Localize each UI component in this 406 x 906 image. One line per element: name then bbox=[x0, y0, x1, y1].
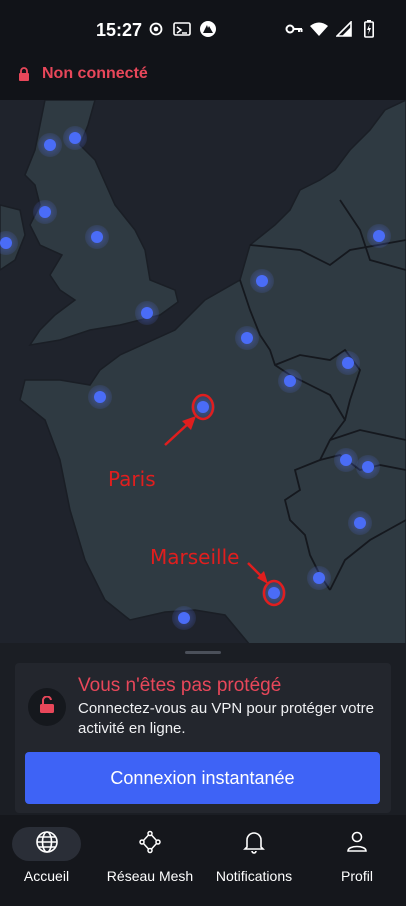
nav-item-accueil[interactable]: Accueil bbox=[0, 815, 93, 906]
globe-icon bbox=[35, 830, 59, 859]
server-marker bbox=[250, 269, 274, 293]
nav-label-notifications: Notifications bbox=[215, 868, 293, 884]
nav-item-notifications[interactable]: Notifications bbox=[204, 815, 304, 906]
drag-handle[interactable] bbox=[185, 651, 221, 654]
card-description: Connectez-vous au VPN pour protéger votr… bbox=[78, 700, 374, 737]
lock-icon bbox=[18, 67, 30, 81]
wifi-icon bbox=[310, 19, 328, 39]
connection-status-text: Non connecté bbox=[42, 65, 148, 82]
record-icon bbox=[147, 19, 165, 39]
server-marker bbox=[38, 133, 62, 157]
unlocked-icon-container bbox=[28, 688, 66, 726]
vpn-key-icon bbox=[285, 19, 303, 39]
annotation-paris-label: Paris bbox=[108, 467, 156, 491]
server-marker bbox=[85, 225, 109, 249]
status-bar: 15:27 bbox=[0, 0, 406, 58]
server-marker bbox=[278, 369, 302, 393]
server-marker bbox=[367, 224, 391, 248]
nav-label-reseau-mesh: Réseau Mesh bbox=[106, 868, 194, 884]
battery-icon bbox=[360, 19, 378, 39]
card-title: Vous n'êtes pas protégé bbox=[78, 675, 282, 696]
server-marker bbox=[88, 385, 112, 409]
nav-label-profil: Profil bbox=[341, 868, 373, 884]
status-time: 15:27 bbox=[96, 20, 143, 40]
server-marker bbox=[172, 606, 196, 630]
nav-label-accueil: Accueil bbox=[23, 868, 70, 884]
person-icon bbox=[346, 830, 368, 859]
cast-icon bbox=[173, 19, 191, 39]
nav-item-reseau-mesh[interactable]: Réseau Mesh bbox=[100, 815, 200, 906]
annotation-marseille-label: Marseille bbox=[150, 545, 240, 569]
bottom-navigation: Accueil Réseau Mesh Notifications Profil bbox=[0, 815, 406, 906]
server-marker bbox=[135, 301, 159, 325]
mesh-network-icon bbox=[138, 830, 162, 859]
unlocked-lock-icon bbox=[39, 695, 55, 719]
server-marker bbox=[235, 326, 259, 350]
server-marker bbox=[356, 455, 380, 479]
nav-active-indicator bbox=[12, 827, 81, 861]
nordvpn-icon bbox=[199, 19, 217, 39]
server-marker bbox=[348, 511, 372, 535]
nav-item-profil[interactable]: Profil bbox=[308, 815, 406, 906]
server-marker bbox=[336, 351, 360, 375]
bell-icon-wrap bbox=[237, 827, 271, 861]
mesh-icon-wrap bbox=[133, 827, 167, 861]
server-marker bbox=[63, 126, 87, 150]
server-marker bbox=[33, 200, 57, 224]
person-icon-wrap bbox=[340, 827, 374, 861]
signal-icon bbox=[335, 19, 353, 39]
bell-icon bbox=[243, 830, 265, 859]
quick-connect-button[interactable]: Connexion instantanée bbox=[25, 752, 380, 804]
server-marker bbox=[307, 566, 331, 590]
server-marker bbox=[334, 448, 358, 472]
